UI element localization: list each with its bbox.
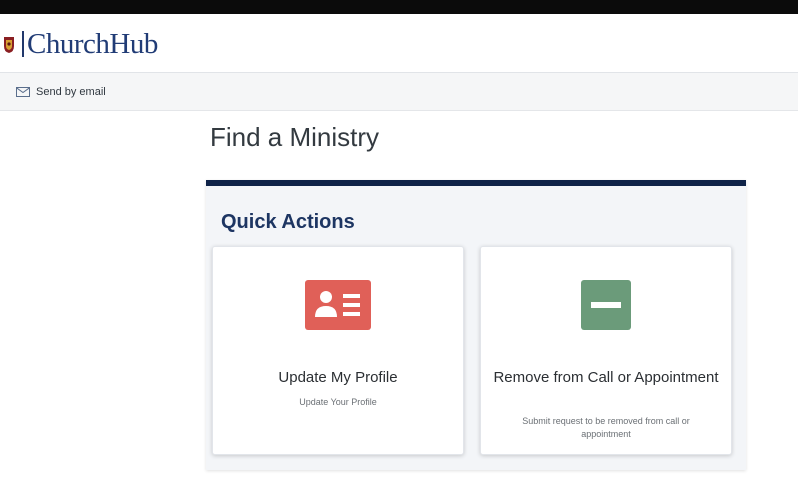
action-bar: Send by email	[0, 73, 798, 111]
remove-from-call-subtitle: Submit request to be removed from call o…	[522, 416, 690, 439]
update-profile-title: Update My Profile	[278, 369, 398, 386]
page-title: Find a Ministry	[210, 122, 380, 152]
update-profile-card[interactable]: Update My Profile Update Your Profile	[212, 246, 464, 455]
quick-actions-panel: Quick Actions Update My Profile Update Y…	[206, 180, 746, 470]
minus-icon	[581, 280, 631, 330]
profile-card-glyph	[315, 291, 360, 317]
top-bar	[0, 0, 798, 14]
quick-actions-heading: Quick Actions	[221, 211, 355, 233]
send-by-email-link[interactable]: Send by email	[16, 86, 106, 98]
brand-name: ChurchHub	[27, 27, 158, 60]
brand-header[interactable]: ChurchHub	[0, 24, 158, 64]
brand-divider	[22, 31, 24, 57]
send-by-email-label: Send by email	[36, 85, 106, 98]
mail-icon	[16, 86, 30, 97]
update-profile-subtitle: Update Your Profile	[299, 397, 377, 407]
minus-glyph	[591, 302, 621, 308]
church-logo-icon	[4, 37, 14, 53]
remove-from-call-card[interactable]: Remove from Call or Appointment Submit r…	[480, 246, 732, 455]
remove-from-call-title: Remove from Call or Appointment	[493, 369, 719, 386]
profile-card-icon	[305, 280, 371, 330]
